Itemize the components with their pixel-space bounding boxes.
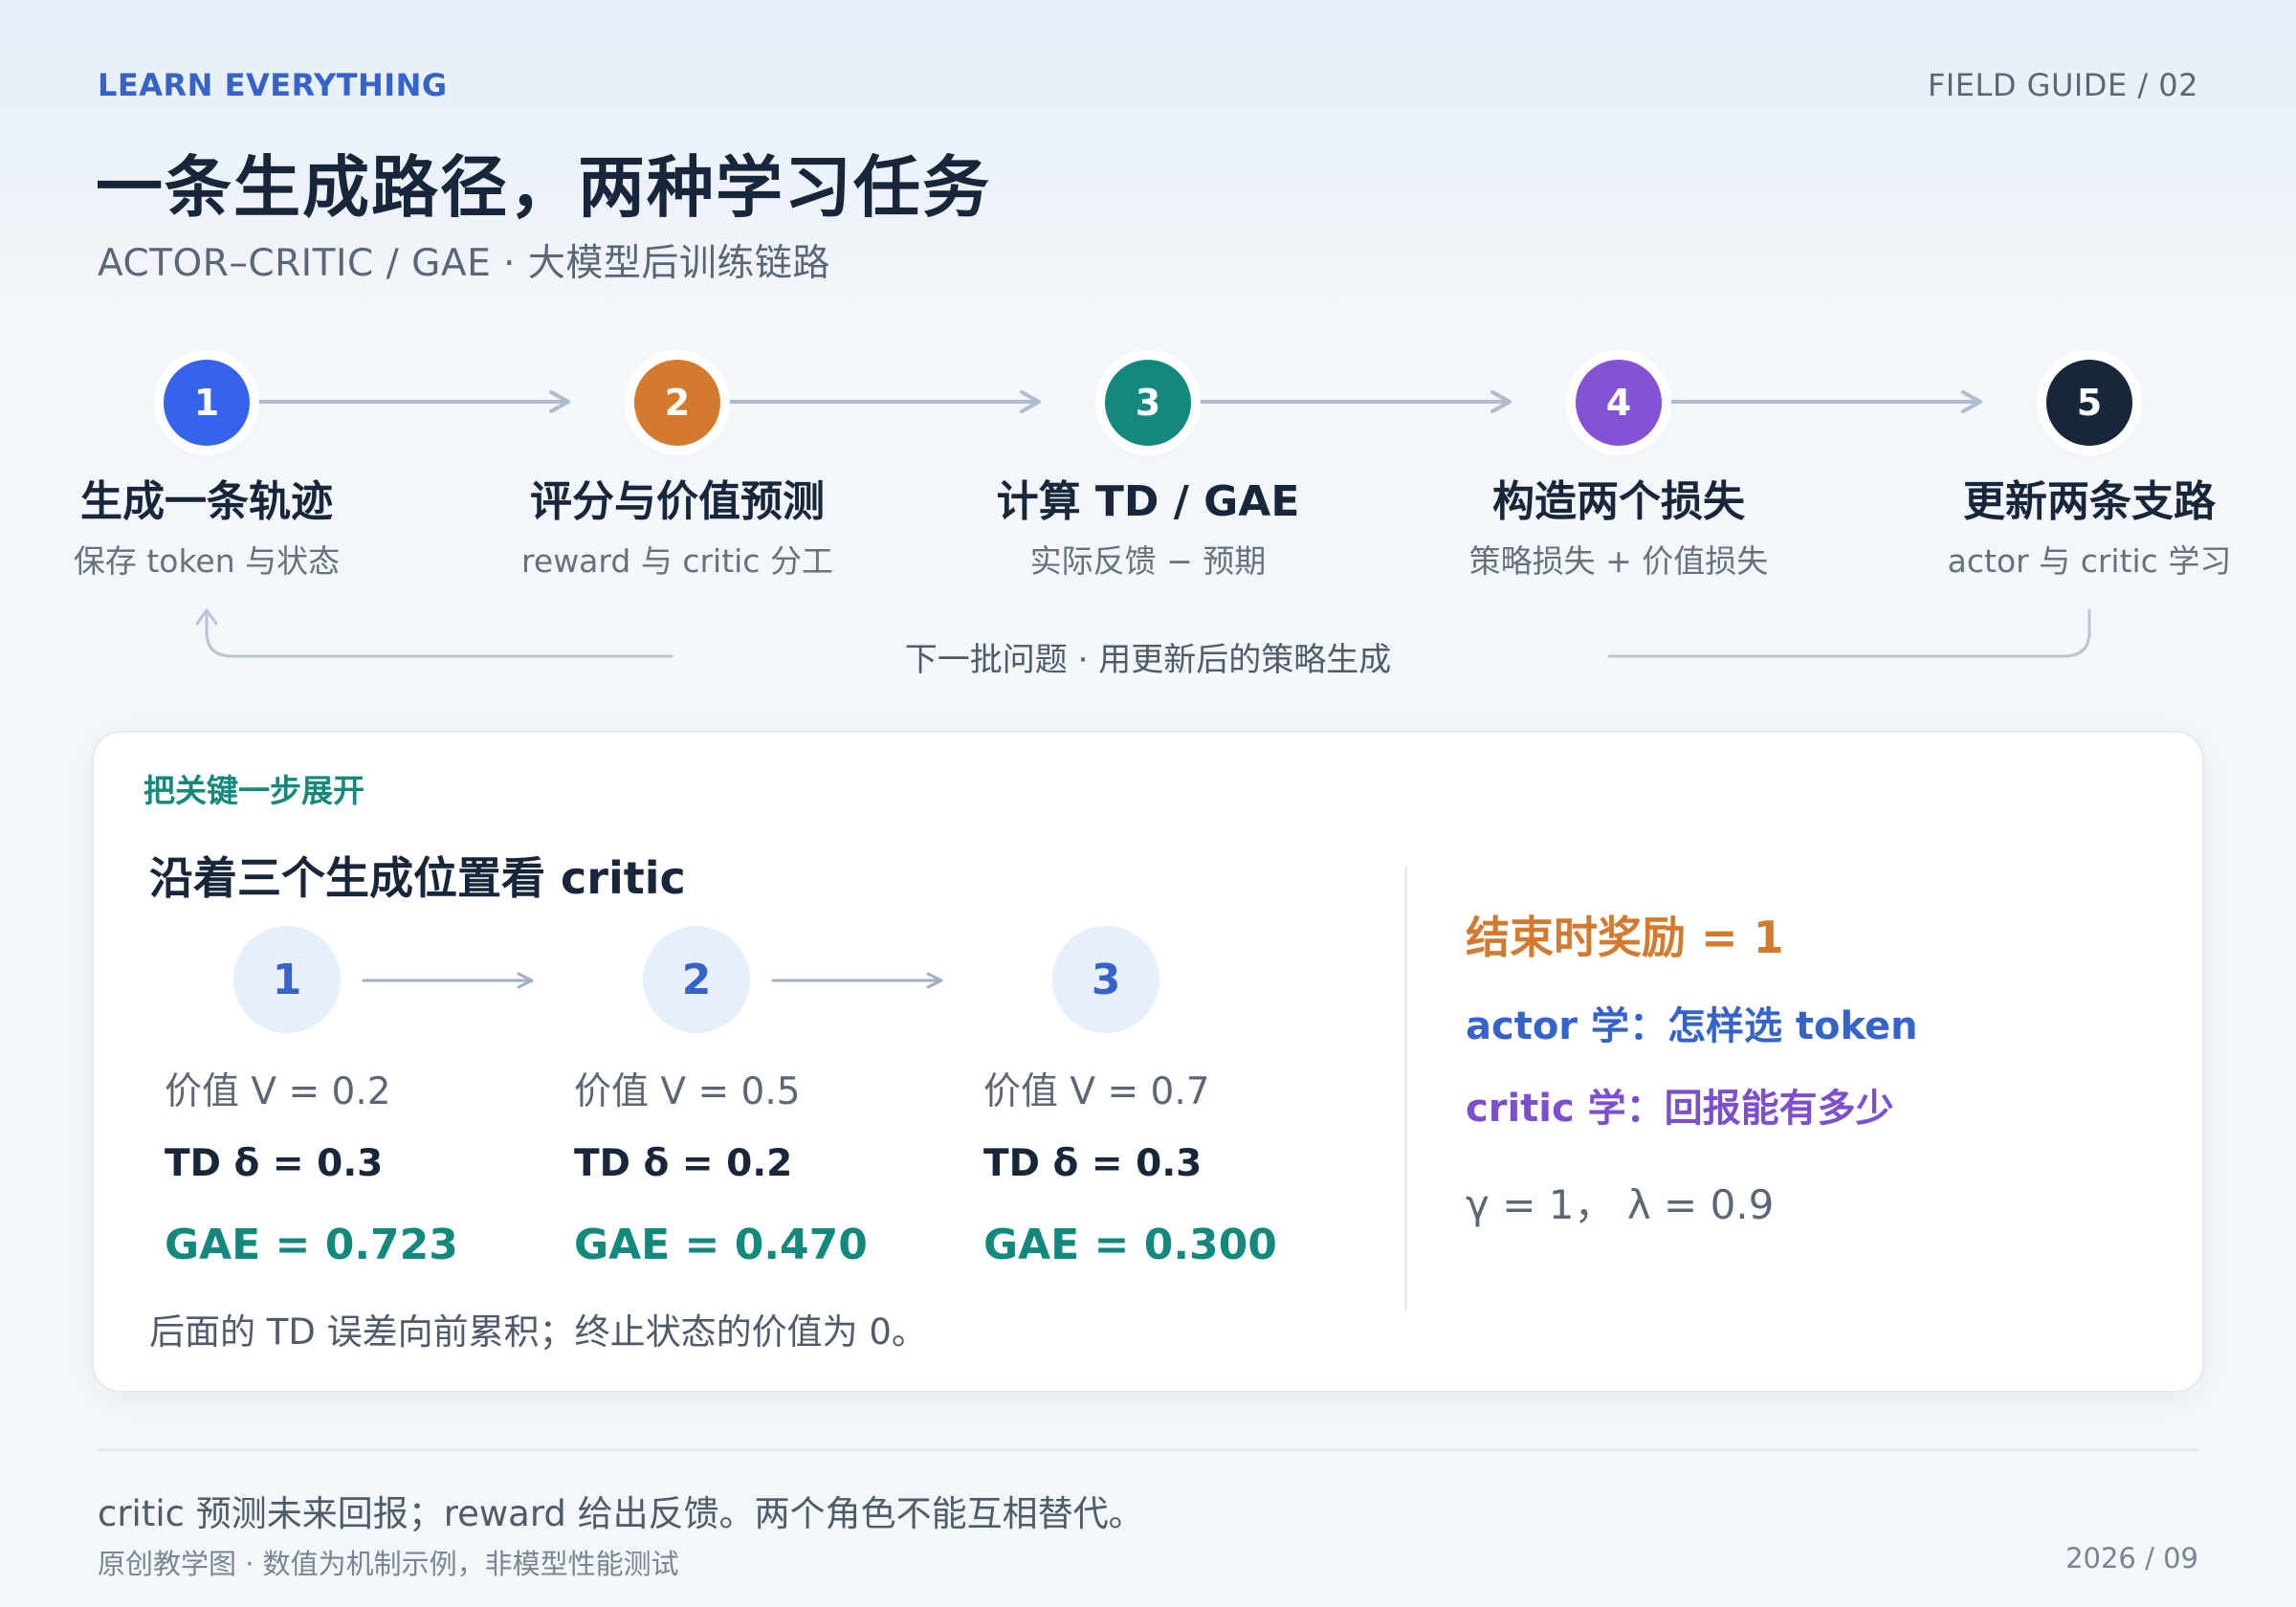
step-4-title: 构造两个损失 xyxy=(1492,477,1745,526)
step-2-subtitle: reward 与 critic 分工 xyxy=(521,542,833,580)
step-5-circle: 5 xyxy=(2046,360,2132,446)
step-1-subtitle: 保存 token 与状态 xyxy=(73,542,341,580)
page-title: 一条生成路径，两种学习任务 xyxy=(96,148,991,227)
step-1-circle: 1 xyxy=(164,360,250,446)
card-divider xyxy=(1404,867,1407,1310)
position-1-number: 1 xyxy=(272,955,302,1004)
step-4-number: 4 xyxy=(1605,382,1632,424)
step-2-number: 2 xyxy=(664,382,691,424)
kicker-label: LEARN EVERYTHING xyxy=(98,67,448,103)
reward-label: 结束时奖励 = 1 xyxy=(1466,912,1784,963)
position-2-td: TD δ = 0.2 xyxy=(574,1142,793,1185)
position-1-gae: GAE = 0.723 xyxy=(165,1221,458,1269)
step-3-title: 计算 TD / GAE xyxy=(996,477,1300,526)
actor-label: actor 学：怎样选 token xyxy=(1466,1004,1918,1048)
position-1-td: TD δ = 0.3 xyxy=(165,1142,384,1185)
step-4-circle: 4 xyxy=(1576,360,1662,446)
position-3-gae: GAE = 0.300 xyxy=(983,1221,1277,1269)
footer-note: 原创教学图 · 数值为机制示例，非模型性能测试 xyxy=(98,1548,679,1580)
step-1-title: 生成一条轨迹 xyxy=(80,477,333,526)
card-kicker: 把关键一步展开 xyxy=(144,772,364,809)
position-2-gae: GAE = 0.470 xyxy=(574,1221,868,1269)
step-2-circle: 2 xyxy=(634,360,720,446)
step-4-subtitle: 策略损失 + 价值损失 xyxy=(1468,542,1769,580)
step-3-circle: 3 xyxy=(1105,360,1191,446)
step-2-title: 评分与价值预测 xyxy=(530,477,825,526)
step-1-number: 1 xyxy=(193,382,220,424)
step-3-number: 3 xyxy=(1135,382,1161,424)
step-5-number: 5 xyxy=(2076,382,2103,424)
position-1-node: 1 xyxy=(233,926,341,1033)
footer-divider xyxy=(98,1448,2198,1451)
footer-caption: critic 预测未来回报；reward 给出反馈。两个角色不能互相替代。 xyxy=(98,1493,1144,1534)
position-arrows xyxy=(362,972,943,989)
position-2-value: 价值 V = 0.5 xyxy=(574,1070,801,1113)
field-guide-label: FIELD GUIDE / 02 xyxy=(1927,67,2198,103)
params-label: γ = 1， λ = 0.9 xyxy=(1466,1181,1775,1228)
page: LEARN EVERYTHING FIELD GUIDE / 02 一条生成路径… xyxy=(0,0,2296,1607)
step-3-subtitle: 实际反馈 − 预期 xyxy=(1029,542,1267,580)
card-title: 沿着三个生成位置看 critic xyxy=(149,852,686,904)
card-note: 后面的 TD 误差向前累积；终止状态的价值为 0。 xyxy=(149,1311,927,1353)
critic-label: critic 学：回报能有多少 xyxy=(1466,1087,1894,1131)
position-1-value: 价值 V = 0.2 xyxy=(165,1070,391,1113)
step-5-title: 更新两条支路 xyxy=(1963,477,2216,526)
position-3-value: 价值 V = 0.7 xyxy=(983,1070,1210,1113)
footer-date: 2026 / 09 xyxy=(2065,1542,2198,1574)
page-subtitle: ACTOR–CRITIC / GAE · 大模型后训练链路 xyxy=(98,242,830,285)
position-3-td: TD δ = 0.3 xyxy=(983,1142,1203,1185)
loop-label: 下一批问题 · 用更新后的策略生成 xyxy=(904,641,1392,679)
step-5-subtitle: actor 与 critic 学习 xyxy=(1947,542,2232,580)
